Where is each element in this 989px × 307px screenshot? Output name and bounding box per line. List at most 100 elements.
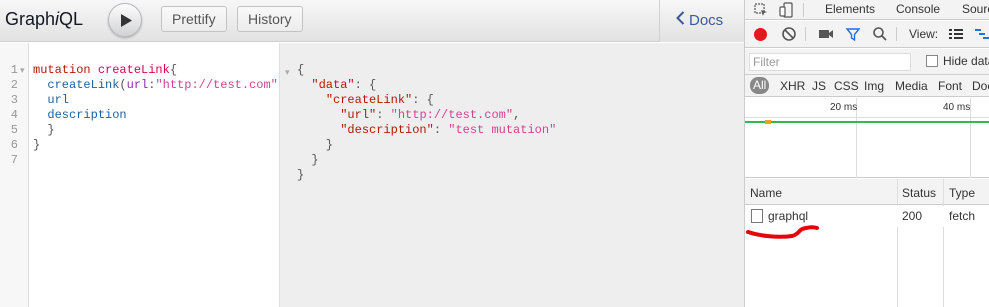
code-line: createLink(url:"http://test.com" (47, 78, 278, 92)
result-line: } (297, 138, 334, 152)
brace-token: { (297, 63, 305, 77)
clear-icon[interactable] (781, 26, 797, 42)
tab-elements[interactable]: Elements (825, 2, 875, 16)
record-icon[interactable] (754, 28, 767, 41)
filter-input[interactable]: Filter (749, 53, 911, 71)
play-icon (121, 14, 132, 27)
inspect-element-icon[interactable] (753, 2, 769, 18)
hide-data-urls-label: Hide data URLs (943, 54, 989, 68)
hide-data-urls-checkbox[interactable] (926, 55, 938, 67)
type-filter-css[interactable]: CSS (834, 79, 859, 93)
tab-console[interactable]: Console (896, 2, 940, 16)
result-line: "description": "test mutation" (340, 123, 557, 137)
docs-link[interactable]: Docs (676, 11, 723, 29)
json-key: "data" (311, 78, 355, 92)
line-number: 1 (10, 63, 18, 77)
timeline-bar-start (765, 120, 771, 124)
divider (896, 27, 897, 41)
video-camera-icon[interactable] (818, 26, 834, 42)
title-suffix: QL (59, 9, 84, 29)
docs-explorer-toggle[interactable]: Docs (659, 0, 744, 42)
operation-name-token: createLink (97, 63, 170, 77)
network-overview-timeline[interactable]: 20 ms 40 ms (745, 98, 989, 178)
table-header: Name Status Type (745, 179, 989, 205)
prettify-button[interactable]: Prettify (161, 6, 227, 32)
type-filter-doc[interactable]: Doc (972, 79, 989, 93)
request-name[interactable]: graphql (768, 209, 808, 223)
large-rows-list-icon[interactable] (948, 26, 964, 42)
divider (803, 3, 804, 17)
type-filter-font[interactable]: Font (938, 79, 962, 93)
field-token: url (47, 93, 70, 107)
result-line: } (297, 153, 319, 167)
type-filter-all[interactable]: All (750, 77, 770, 94)
field-token: createLink (47, 78, 120, 92)
result-viewer: { "data": { "createLink": { "url": "http… (297, 63, 556, 183)
result-line: } (297, 168, 305, 182)
line-number: 2 (10, 78, 18, 92)
type-filter-js[interactable]: JS (812, 79, 826, 93)
column-divider (897, 179, 898, 307)
json-key: "createLink" (325, 93, 413, 107)
request-type: fetch (949, 209, 976, 223)
column-header-status[interactable]: Status (902, 186, 936, 200)
keyword-token: mutation (33, 63, 91, 77)
docs-label: Docs (689, 12, 724, 29)
code-line: url (33, 93, 278, 108)
code-line: mutation createLink{ (33, 63, 278, 78)
graphiql-app: GraphiQL Prettify History Docs 1 2 3 4 5… (0, 0, 744, 307)
fold-arrow-icon[interactable]: ▾ (285, 65, 290, 80)
request-status: 200 (902, 209, 923, 223)
timeline-label: 40 ms (943, 102, 971, 113)
json-key: "description" (340, 123, 434, 137)
line-number: 3 (10, 93, 18, 107)
devtools-tabbar: Elements Console Sources (745, 0, 989, 20)
filter-icon[interactable] (845, 26, 861, 42)
result-line: "url": "http://test.com", (340, 108, 521, 122)
table-row[interactable]: graphql 200 fetch (745, 206, 989, 227)
divider (805, 27, 806, 41)
json-string: "test mutation" (448, 123, 557, 137)
search-icon[interactable] (872, 26, 888, 42)
brace-token: } (47, 123, 55, 137)
result-line: { (297, 63, 556, 78)
type-filter-media[interactable]: Media (895, 79, 928, 93)
fold-arrow-icon[interactable]: ▾ (20, 65, 25, 76)
timeline-bar (745, 121, 989, 123)
result-line: "data": { (311, 78, 377, 92)
execute-query-button[interactable] (108, 3, 142, 37)
json-string: "http://test.com" (390, 108, 514, 122)
network-toolbar: View: (745, 21, 989, 48)
code-line: } (33, 138, 278, 153)
query-editor[interactable]: mutation createLink{ createLink(url:"htt… (33, 63, 278, 153)
network-request-table: Name Status Type graphql 200 fetch (745, 179, 989, 307)
line-number: 6 (10, 138, 18, 152)
network-filterbar: Filter Hide data URLs (745, 49, 989, 75)
document-icon (751, 209, 763, 223)
devtools-panel: Elements Console Sources View: Filter Hi… (744, 0, 989, 307)
column-header-type[interactable]: Type (949, 186, 975, 200)
device-toolbar-icon[interactable] (779, 2, 795, 18)
graphiql-toolbar: GraphiQL Prettify History Docs (0, 0, 744, 42)
tab-sources[interactable]: Sources (962, 2, 989, 16)
code-line: description (33, 108, 278, 123)
graphiql-title: GraphiQL (5, 9, 83, 30)
argument-token: url (126, 78, 149, 92)
chevron-left-icon (676, 11, 685, 25)
line-number: 7 (10, 153, 18, 167)
brace-token: } (33, 138, 41, 152)
field-token: description (47, 108, 127, 122)
type-filter-xhr[interactable]: XHR (780, 79, 805, 93)
line-numbers: 1 2 3 4 5 6 7 (0, 63, 18, 168)
string-token: "http://test.com" (155, 78, 278, 92)
column-header-name[interactable]: Name (750, 186, 782, 200)
type-filter-img[interactable]: Img (864, 79, 884, 93)
line-number: 5 (10, 123, 18, 137)
history-button[interactable]: History (237, 6, 303, 32)
view-label: View: (909, 27, 939, 41)
column-divider (943, 179, 944, 307)
query-editor-gutter: 1 2 3 4 5 6 7 ▾ (0, 43, 29, 307)
timeline-label: 20 ms (830, 102, 858, 113)
waterfall-icon[interactable] (974, 26, 989, 42)
json-key: "url" (340, 108, 377, 122)
